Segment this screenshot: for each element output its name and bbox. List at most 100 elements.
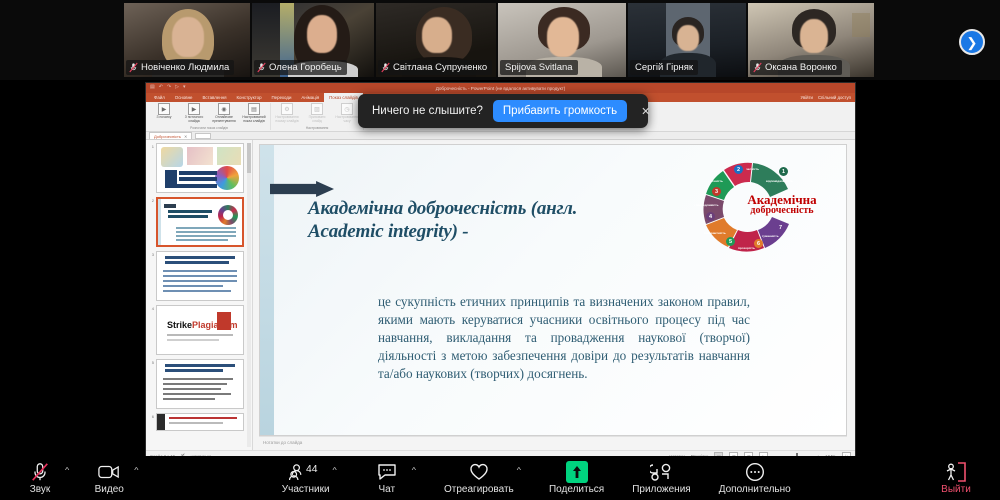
office-tab-bar: Доброчесність ✕ — [146, 132, 855, 140]
thumbnail-number: 5 — [149, 359, 154, 409]
wheel-segment-number: 7 — [776, 223, 785, 232]
thumbnail-scrollbar[interactable] — [247, 143, 251, 447]
reactions-button[interactable]: Отреагировать — [444, 462, 514, 495]
quick-access-toolbar[interactable]: ▤ ↶ ↷ ▷ ▾ — [150, 84, 186, 90]
slide-thumbnail[interactable] — [156, 251, 244, 301]
scrollbar-thumb[interactable] — [247, 143, 251, 173]
ribbon-tab-transitions[interactable]: Переходи — [267, 93, 297, 102]
ribbon-button-setup-show[interactable]: ⚙ Настроювання показу слайдів — [274, 103, 300, 124]
powerpoint-window: ▤ ↶ ↷ ▷ ▾ Доброчесність - PowerPoint (не… — [145, 82, 856, 456]
participant-name-tag: Олена Горобець — [254, 60, 347, 75]
more-button[interactable]: Дополнительно — [719, 462, 791, 495]
thumbnail-row[interactable]: 6 — [149, 413, 250, 431]
wheel-segment-label: справедливість — [694, 203, 719, 207]
ribbon-tab-file[interactable]: Файл — [149, 93, 170, 102]
document-tab[interactable]: Доброчесність ✕ — [149, 132, 192, 139]
slide-thumbnail[interactable] — [156, 413, 244, 431]
ribbon-tab-animations[interactable]: Анімація — [296, 93, 324, 102]
ribbon-tab-home[interactable]: Основне — [170, 93, 198, 102]
audio-control-group: Звук ^ — [18, 462, 69, 495]
next-page-button[interactable]: ❯ — [959, 29, 985, 55]
apps-button[interactable]: Приложения — [632, 462, 691, 495]
current-slide[interactable]: Академічна доброчесність (англ. Academic… — [259, 144, 847, 436]
slide-thumbnail[interactable]: StrikePlagiarism — [156, 305, 244, 355]
popup-message: Ничего не слышите? — [372, 105, 483, 117]
wheel-center-label: Академічна доброчесність — [730, 193, 834, 216]
chat-button[interactable]: Чат — [365, 462, 409, 495]
increase-volume-button[interactable]: Прибавить громкость — [493, 100, 627, 122]
microphone-muted-icon — [381, 62, 390, 73]
video-tile[interactable]: Оксана Воронко — [748, 3, 874, 77]
close-icon[interactable]: ✕ — [641, 105, 650, 118]
participants-caret-icon[interactable]: ^ — [333, 466, 337, 474]
ribbon-group-setup: ⚙ Настроювання показу слайдів ▨ Приховат… — [271, 103, 364, 130]
undo-icon[interactable]: ↶ — [159, 84, 163, 90]
chat-caret-icon[interactable]: ^ — [412, 466, 416, 474]
ribbon-button-label: Онлайнове презентування — [211, 116, 237, 124]
close-icon[interactable]: ✕ — [184, 134, 187, 139]
participants-button[interactable]: 44 Участники — [282, 462, 330, 495]
ribbon-tab-insert[interactable]: Вставлення — [197, 93, 231, 102]
video-tile[interactable]: Новіченко Людмила — [124, 3, 250, 77]
ribbon-button-label: Приховати слайд — [304, 116, 330, 124]
ribbon-button-custom-show[interactable]: ▤ Настроюваний показ слайдів — [241, 103, 267, 124]
ribbon-button-label: Настроюваний показ слайдів — [241, 116, 267, 124]
slide-notes-pane[interactable]: Нотатки до слайда — [259, 436, 847, 448]
reactions-caret-icon[interactable]: ^ — [517, 466, 521, 474]
slideshow-start-icon: ▶ — [158, 103, 170, 115]
video-tile[interactable]: Олена Горобець — [252, 3, 374, 77]
svg-text:44: 44 — [306, 464, 318, 475]
thumbnail-row[interactable]: 2 — [149, 197, 250, 247]
ribbon-button-rehearse-timings[interactable]: ◷ Настроювання часу — [334, 103, 360, 124]
thumbnail-row[interactable]: 5 — [149, 359, 250, 409]
toolbar-right-group: Выйти — [934, 462, 978, 495]
video-tile[interactable]: Сергій Гірняк — [628, 3, 746, 77]
slide-thumbnail[interactable] — [156, 359, 244, 409]
share-button[interactable]: Спільний доступ — [818, 95, 851, 100]
heart-icon — [469, 462, 489, 482]
ribbon-tab-design[interactable]: Конструктор — [231, 93, 266, 102]
account-sign-in[interactable]: Увійти — [800, 95, 813, 100]
video-tile-active-speaker[interactable]: Spijova Svitlana — [498, 3, 626, 77]
thumbnail-row[interactable]: 4 StrikePlagiarism — [149, 305, 250, 355]
thumbnail-number: 3 — [149, 251, 154, 301]
slide-editor-area: Академічна доброчесність (англ. Academic… — [253, 140, 855, 450]
participants-group: 44 Участники ^ — [282, 462, 337, 495]
ribbon-button-from-beginning[interactable]: ▶ З початку — [151, 103, 177, 120]
video-tile[interactable]: Світлана Супруненко — [376, 3, 496, 77]
notes-placeholder: Нотатки до слайда — [263, 440, 302, 445]
thumbnail-row[interactable]: 1 — [149, 143, 250, 193]
ribbon-button-hide-slide[interactable]: ▨ Приховати слайд — [304, 103, 330, 124]
slide-thumbnail-selected[interactable] — [156, 197, 244, 247]
document-tab-label: Доброчесність — [154, 134, 181, 139]
save-icon[interactable]: ▤ — [150, 84, 155, 90]
wheel-segment-number: 1 — [779, 167, 788, 176]
integrity-wheel-diagram: 1 відповідальність 2 чесність 3 точність… — [686, 155, 834, 260]
leave-meeting-button[interactable]: Выйти — [934, 462, 978, 495]
ribbon-button-present-online[interactable]: ◉ Онлайнове презентування — [211, 103, 237, 124]
thumbnail-row[interactable]: 3 — [149, 251, 250, 301]
participant-name-tag: Spijova Svitlana — [500, 60, 578, 75]
slide-thumbnail-panel[interactable]: 1 2 — [146, 140, 253, 450]
video-tile-strip: Новіченко Людмила Олена Горобець Світлан… — [0, 0, 1000, 80]
leave-meeting-icon — [944, 462, 968, 482]
wheel-segment-label: прозорість — [738, 246, 755, 250]
video-button[interactable]: Видео — [87, 462, 131, 495]
slide-thumbnail[interactable] — [156, 143, 244, 193]
participant-name: Олена Горобець — [269, 62, 342, 73]
audio-options-caret-icon[interactable]: ^ — [65, 466, 69, 474]
participant-name-tag: Світлана Супруненко — [378, 60, 492, 75]
new-tab-button[interactable] — [195, 133, 211, 139]
participants-icon: 44 — [289, 462, 323, 482]
ribbon-button-label: З початку — [157, 116, 172, 120]
share-screen-button[interactable]: Поделиться — [549, 462, 604, 495]
share-screen-label: Поделиться — [549, 484, 604, 495]
chat-icon — [377, 462, 397, 482]
video-options-caret-icon[interactable]: ^ — [134, 466, 138, 474]
redo-icon[interactable]: ↷ — [167, 84, 171, 90]
dropdown-icon[interactable]: ▾ — [183, 84, 186, 90]
leave-meeting-label: Выйти — [941, 484, 971, 495]
mute-button[interactable]: Звук — [18, 462, 62, 495]
present-icon[interactable]: ▷ — [175, 84, 179, 90]
ribbon-button-from-current-slide[interactable]: ▶ З поточного слайда — [181, 103, 207, 124]
